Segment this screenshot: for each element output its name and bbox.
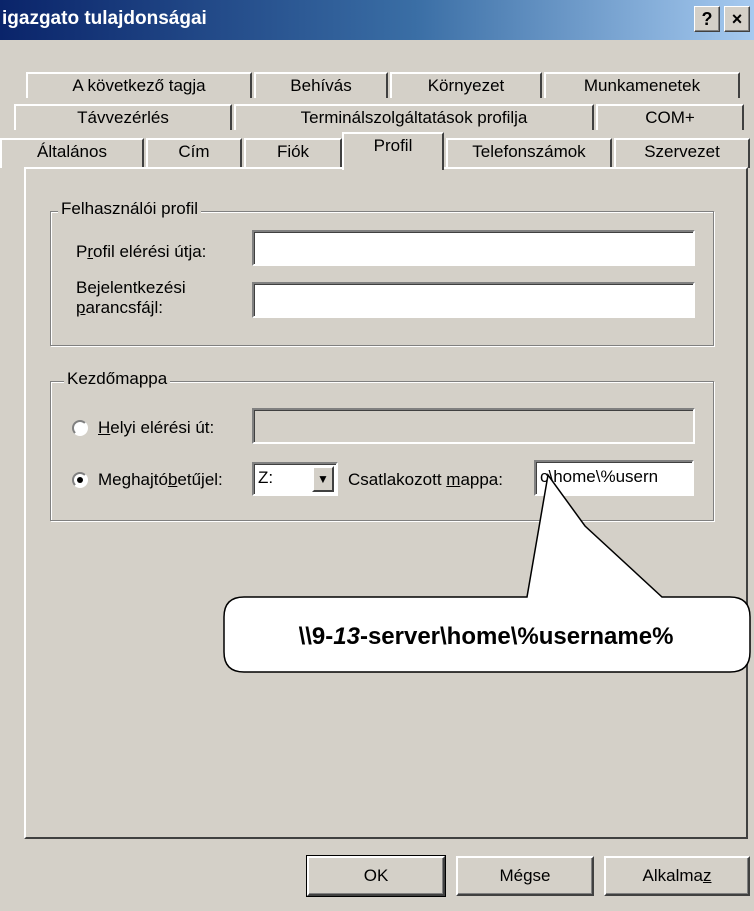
callout-text: \\9-13-server\home\%username% <box>298 623 674 650</box>
callout-balloon <box>223 473 751 673</box>
